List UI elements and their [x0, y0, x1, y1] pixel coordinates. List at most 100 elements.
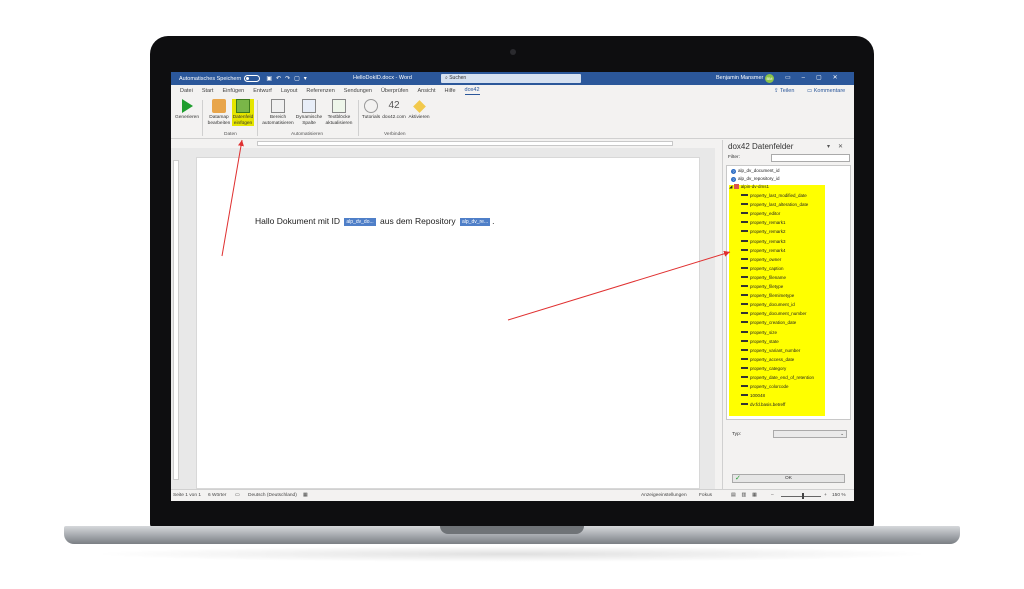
document-page[interactable]: Hallo Dokument mit ID alp_dv_do... aus d…: [196, 157, 700, 489]
display-settings[interactable]: Anzeigeeinstellungen: [641, 493, 687, 498]
horizontal-ruler[interactable]: [171, 140, 715, 148]
avatar[interactable]: BM: [765, 74, 774, 83]
window-controls[interactable]: ▭–▢✕: [785, 74, 849, 81]
document-paragraph[interactable]: Hallo Dokument mit ID alp_dv_do... aus d…: [255, 216, 495, 226]
property-icon: [741, 194, 748, 196]
generate-label: Generieren: [175, 115, 199, 120]
tree-property-item[interactable]: property_editor: [741, 211, 780, 217]
dox42-website-label: dox42.com: [382, 115, 406, 120]
datamap-button[interactable]: Datamap bearbeiten: [206, 99, 232, 126]
zoom-slider[interactable]: [781, 496, 821, 497]
filter-input[interactable]: [771, 154, 850, 162]
tab-entwurf[interactable]: Entwurf: [253, 88, 272, 94]
tree-property-item[interactable]: property_creation_date: [741, 320, 796, 326]
tree-item[interactable]: ? alp_dv_repository_id: [731, 176, 780, 182]
autosave-toggle[interactable]: [244, 75, 261, 82]
pane-title: dox42 Datenfelder: [728, 142, 794, 151]
datafield-repository-id[interactable]: alp_dv_re...: [460, 218, 491, 226]
property-icon: [741, 366, 748, 369]
tree-folder[interactable]: ◢ alpin-dv-dms1: [729, 184, 769, 190]
tree-item[interactable]: ? alp_dv_document_id: [731, 168, 780, 174]
datafields-pane: dox42 Datenfelder ▾✕ Filter: ? alp_dv_doc…: [722, 140, 854, 489]
tree-property-item[interactable]: property_filename: [741, 275, 786, 281]
update-textblocks-button[interactable]: Textblöcke aktualisieren: [323, 99, 355, 126]
tab-referenzen[interactable]: Referenzen: [306, 88, 334, 94]
tree-property-item[interactable]: property_colorcode: [741, 384, 789, 390]
datafield-document-id[interactable]: alp_dv_do...: [344, 218, 376, 226]
tab-layout[interactable]: Layout: [281, 88, 298, 94]
tree-property-item[interactable]: 100048: [741, 393, 765, 399]
tree-property-item[interactable]: property_filemimetype: [741, 293, 794, 299]
page-count[interactable]: Seite 1 von 1: [173, 493, 201, 498]
group-label-automatisieren: Automatisieren: [291, 132, 323, 137]
tutorials-button[interactable]: Tutorials: [360, 99, 382, 121]
vertical-ruler[interactable]: [173, 160, 179, 480]
tree-property-item[interactable]: property_document_number: [741, 311, 807, 317]
tab-hilfe[interactable]: Hilfe: [445, 88, 456, 94]
ok-label: OK: [785, 476, 792, 481]
ok-button[interactable]: ✓ OK: [732, 474, 845, 483]
insert-datafield-button[interactable]: Datenfeld einfügen: [232, 99, 254, 126]
tree-item-label: alp_dv_document_id: [738, 168, 780, 173]
pane-controls[interactable]: ▾✕: [827, 143, 851, 150]
zoom-out-icon[interactable]: –: [771, 493, 774, 498]
tree-property-item[interactable]: property_category: [741, 366, 786, 372]
tree-property-item[interactable]: property_last_modified_date: [741, 193, 807, 199]
tree-property-item[interactable]: dv:fd.basis.betreff: [741, 402, 785, 408]
tree-property-item[interactable]: property_document_id: [741, 302, 795, 308]
tree-property-item[interactable]: property_filetype: [741, 284, 783, 290]
tree-property-item[interactable]: property_last_alteration_date: [741, 202, 808, 208]
tree-property-item[interactable]: property_access_date: [741, 357, 794, 363]
activate-button[interactable]: Aktivieren: [407, 99, 431, 121]
property-icon: [741, 394, 748, 397]
tab-ansicht[interactable]: Ansicht: [417, 88, 435, 94]
property-icon: [741, 403, 748, 406]
quick-access-icons[interactable]: ▣↶↷▢▾: [266, 75, 310, 82]
automate-area-button[interactable]: Bereich automatisieren: [261, 99, 295, 126]
view-icons[interactable]: ▤▥▦: [731, 493, 763, 498]
type-select[interactable]: ⌄: [773, 430, 847, 438]
tree-property-item[interactable]: property_caption: [741, 266, 784, 272]
menu-bar: Datei Start Einfügen Entwurf Layout Refe…: [171, 85, 854, 97]
focus-mode[interactable]: Fokus: [699, 493, 712, 498]
insert-datafield-label: Datenfeld einfügen: [232, 115, 254, 126]
user-name[interactable]: Benjamin Mansmer: [716, 75, 763, 81]
zoom-slider-handle[interactable]: [802, 493, 804, 499]
tree-property-item[interactable]: property_state: [741, 339, 779, 345]
tree-property-item[interactable]: property_size: [741, 330, 777, 336]
tree-property-item[interactable]: property_remark4: [741, 248, 786, 254]
comments-button[interactable]: ▭ Kommentare: [807, 88, 845, 94]
tab-sendungen[interactable]: Sendungen: [344, 88, 372, 94]
tree-property-item[interactable]: property_variant_number: [741, 348, 800, 354]
search-box[interactable]: ⌕ Suchen: [441, 74, 581, 83]
tree-property-label: property_filemimetype: [750, 293, 795, 299]
tree-property-item[interactable]: property_owner: [741, 257, 781, 263]
macro-icon[interactable]: ▦: [303, 493, 308, 498]
language[interactable]: Deutsch (Deutschland): [248, 493, 297, 498]
tab-datei[interactable]: Datei: [180, 88, 193, 94]
field-icon: ?: [731, 177, 736, 182]
tree-property-item[interactable]: property_remark3: [741, 239, 786, 245]
tree-property-item[interactable]: property_remark2: [741, 229, 786, 235]
tree-property-label: property_date_end_of_retention: [750, 375, 815, 380]
tab-start[interactable]: Start: [202, 88, 214, 94]
zoom-level[interactable]: 150 %: [832, 493, 846, 498]
proofing-icon[interactable]: ▭: [235, 493, 240, 498]
share-button[interactable]: ⇪ Teilen: [774, 88, 794, 94]
dynamic-column-button[interactable]: Dynamische Spalte: [295, 99, 323, 126]
word-count[interactable]: 6 Wörter: [208, 493, 226, 498]
dox42-website-button[interactable]: 42 dox42.com: [382, 99, 406, 121]
property-icon: [741, 212, 748, 215]
datafield-tree[interactable]: ? alp_dv_document_id ? alp_dv_repository_i…: [726, 165, 851, 420]
tab-einfuegen[interactable]: Einfügen: [222, 88, 244, 94]
generate-button[interactable]: Generieren: [175, 99, 199, 121]
tab-dox42[interactable]: dox42: [464, 87, 480, 95]
tree-property-item[interactable]: property_date_end_of_retention: [741, 375, 814, 381]
laptop-frame: Automatisches Speichern ▣↶↷▢▾ HelloDokID…: [0, 0, 1024, 589]
tree-property-label: property_state: [750, 338, 779, 344]
tab-ueberpruefen[interactable]: Überprüfen: [381, 88, 409, 94]
zoom-in-icon[interactable]: +: [824, 493, 827, 498]
property-icon: [741, 321, 748, 324]
tree-property-label: property_filetype: [750, 284, 784, 289]
tree-property-item[interactable]: property_remark1: [741, 220, 786, 226]
